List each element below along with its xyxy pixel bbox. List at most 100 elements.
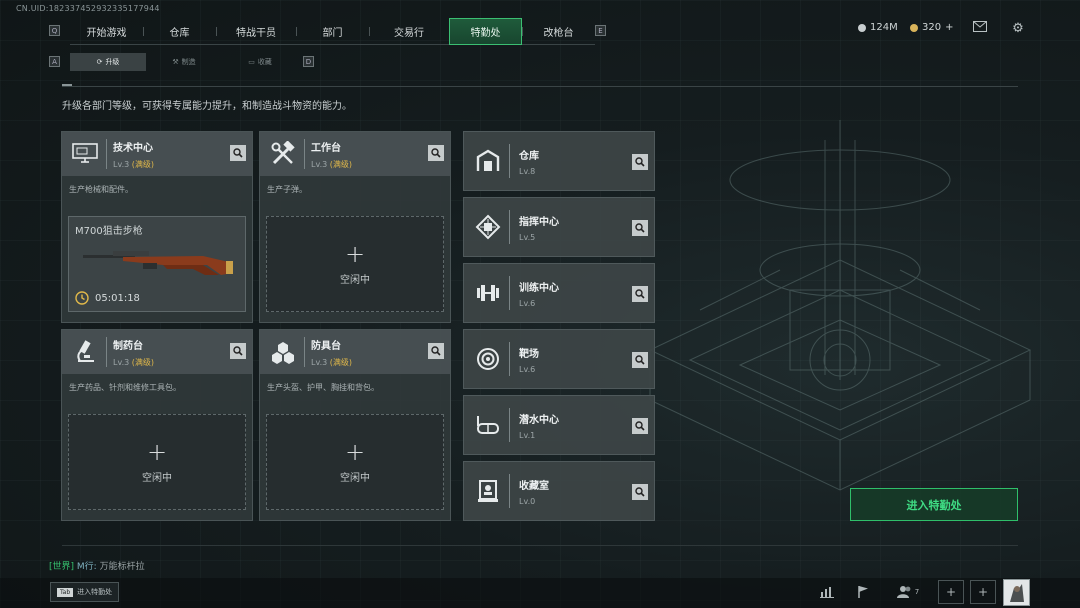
subnav-right-key[interactable]: D — [303, 56, 314, 67]
inspect-magnifier-icon[interactable] — [632, 484, 648, 500]
inspect-magnifier-icon[interactable] — [632, 352, 648, 368]
diving-mask-icon — [471, 408, 505, 442]
facility-level: Lv.8 — [519, 166, 536, 176]
nav-right-key[interactable]: E — [595, 25, 606, 36]
silver-currency: 124M — [858, 22, 898, 33]
stats-chart-icon[interactable] — [814, 580, 840, 604]
facility-card-diving-center[interactable]: 潜水中心 Lv.1 — [463, 395, 655, 455]
production-timer: 05:01:18 — [75, 291, 140, 305]
workshop-card-tech-center[interactable]: 技术中心 Lv.3 (满级) 生产枪械和配件。 M700狙击步枪 05:01:1… — [61, 131, 253, 323]
workshop-level: Lv.3 (满级) — [311, 357, 352, 368]
bottom-divider — [62, 545, 1018, 546]
inspect-magnifier-icon[interactable] — [230, 145, 246, 161]
add-plus-icon: + — [344, 437, 366, 466]
collection-icon: ▭ — [248, 58, 255, 66]
workshop-name: 防具台 — [311, 340, 341, 352]
workshop-description: 生产子弹。 — [267, 185, 307, 194]
tab-department[interactable]: 部门 — [296, 18, 369, 45]
header-separator — [304, 337, 305, 367]
inspect-magnifier-icon[interactable] — [632, 286, 648, 302]
tab-trading[interactable]: 交易行 — [369, 18, 449, 45]
workshop-name: 工作台 — [311, 142, 341, 154]
facility-level: Lv.1 — [519, 430, 536, 440]
display-case-icon — [471, 474, 505, 508]
facility-card-warehouse[interactable]: 仓库 Lv.8 — [463, 131, 655, 191]
production-slot[interactable]: M700狙击步枪 05:01:18 — [68, 216, 246, 312]
avatar[interactable] — [1003, 579, 1030, 606]
facility-name: 训练中心 — [519, 282, 559, 294]
card-header: 防具台 Lv.3 (满级) — [260, 330, 450, 374]
dumbbell-icon — [471, 276, 505, 310]
gold-currency[interactable]: 320 + — [910, 22, 953, 33]
armor-icon — [266, 335, 300, 369]
facility-card-training-center[interactable]: 训练中心 Lv.6 — [463, 263, 655, 323]
tab-operators[interactable]: 特战干员 — [216, 18, 296, 45]
upgrade-icon: ⟳ — [96, 58, 103, 66]
card-header: 工作台 Lv.3 (满级) — [260, 132, 450, 176]
facility-level: Lv.6 — [519, 298, 536, 308]
workshop-card-armor[interactable]: 防具台 Lv.3 (满级) 生产头盔、护甲、胸挂和背包。 + 空闲中 — [259, 329, 451, 521]
subtab-upgrade[interactable]: ⟳ 升级 — [70, 53, 146, 71]
gold-amount: 320 — [922, 22, 942, 33]
workshop-level: Lv.3 (满级) — [311, 159, 352, 170]
inspect-magnifier-icon[interactable] — [230, 343, 246, 359]
sub-nav: ⟳ 升级 ⚒ 制造 ▭ 收藏 — [70, 53, 298, 71]
gold-add-button[interactable]: + — [945, 22, 953, 33]
settings-gear-icon[interactable]: ⚙ — [1010, 21, 1026, 37]
facility-level: Lv.5 — [519, 232, 536, 242]
max-level-badge: (满级) — [131, 357, 154, 367]
inspect-magnifier-icon[interactable] — [632, 418, 648, 434]
add-slot-button[interactable]: + — [970, 580, 996, 604]
facility-card-shooting-range[interactable]: 靶场 Lv.6 — [463, 329, 655, 389]
header-separator — [509, 144, 510, 178]
card-header: 技术中心 Lv.3 (满级) — [62, 132, 252, 176]
chat-line[interactable]: [世界] M行: 万能标杆拉 — [49, 559, 145, 572]
inspect-magnifier-icon[interactable] — [428, 145, 444, 161]
subtab-craft-label: 制造 — [181, 58, 196, 66]
workshop-description: 生产药品、针剂和维修工具包。 — [69, 383, 181, 392]
workshop-card-pharmacy[interactable]: 制药台 Lv.3 (满级) 生产药品、针剂和维修工具包。 + 空闲中 — [61, 329, 253, 521]
timer-icon — [75, 291, 89, 305]
level-value: Lv.3 — [311, 357, 328, 367]
mail-icon[interactable] — [972, 21, 988, 37]
nav-left-key[interactable]: Q — [49, 25, 60, 36]
enter-special-ops-button[interactable]: 进入特勤处 — [850, 488, 1018, 521]
header-separator — [509, 342, 510, 376]
tab-gunsmith[interactable]: 改枪台 — [522, 18, 595, 45]
gold-coin-icon — [910, 23, 918, 32]
workshop-name: 制药台 — [113, 340, 143, 352]
subtab-collection[interactable]: ▭ 收藏 — [222, 53, 298, 71]
facility-card-command-center[interactable]: 指挥中心 Lv.5 — [463, 197, 655, 257]
page-description: 升级各部门等级，可获得专属能力提升，和制造战斗物资的能力。 — [62, 101, 352, 112]
workshop-card-workbench[interactable]: 工作台 Lv.3 (满级) 生产子弹。 + 空闲中 — [259, 131, 451, 323]
inspect-magnifier-icon[interactable] — [632, 154, 648, 170]
rifle-icon — [83, 251, 233, 275]
tab-warehouse[interactable]: 仓库 — [143, 18, 216, 45]
inspect-magnifier-icon[interactable] — [428, 343, 444, 359]
chat-channel: [世界] — [49, 562, 75, 572]
chip-icon — [471, 210, 505, 244]
subtab-upgrade-label: 升级 — [105, 58, 120, 66]
timer-value: 05:01:18 — [95, 292, 140, 304]
tab-special-ops[interactable]: 特勤处 — [449, 18, 522, 45]
facility-card-collection-room[interactable]: 收藏室 Lv.0 — [463, 461, 655, 521]
empty-production-slot[interactable]: + 空闲中 — [266, 414, 444, 510]
craft-icon: ⚒ — [172, 58, 179, 66]
add-slot-button[interactable]: + — [938, 580, 964, 604]
header-separator — [509, 474, 510, 508]
tab-start-game[interactable]: 开始游戏 — [70, 18, 143, 45]
subnav-left-key[interactable]: A — [49, 56, 60, 67]
header-separator — [509, 276, 510, 310]
divider — [62, 86, 1018, 87]
tab-key: Tab — [57, 587, 74, 597]
max-level-badge: (满级) — [329, 357, 352, 367]
workshop-name: 技术中心 — [113, 142, 153, 154]
flag-icon[interactable] — [850, 580, 876, 604]
inspect-magnifier-icon[interactable] — [632, 220, 648, 236]
tab-enter-hint[interactable]: Tab 进入特勤处 — [50, 582, 120, 602]
empty-production-slot[interactable]: + 空闲中 — [68, 414, 246, 510]
friends-icon[interactable]: 7 — [892, 580, 924, 604]
subtab-craft[interactable]: ⚒ 制造 — [146, 53, 222, 71]
empty-production-slot[interactable]: + 空闲中 — [266, 216, 444, 312]
max-level-badge: (满级) — [131, 159, 154, 169]
